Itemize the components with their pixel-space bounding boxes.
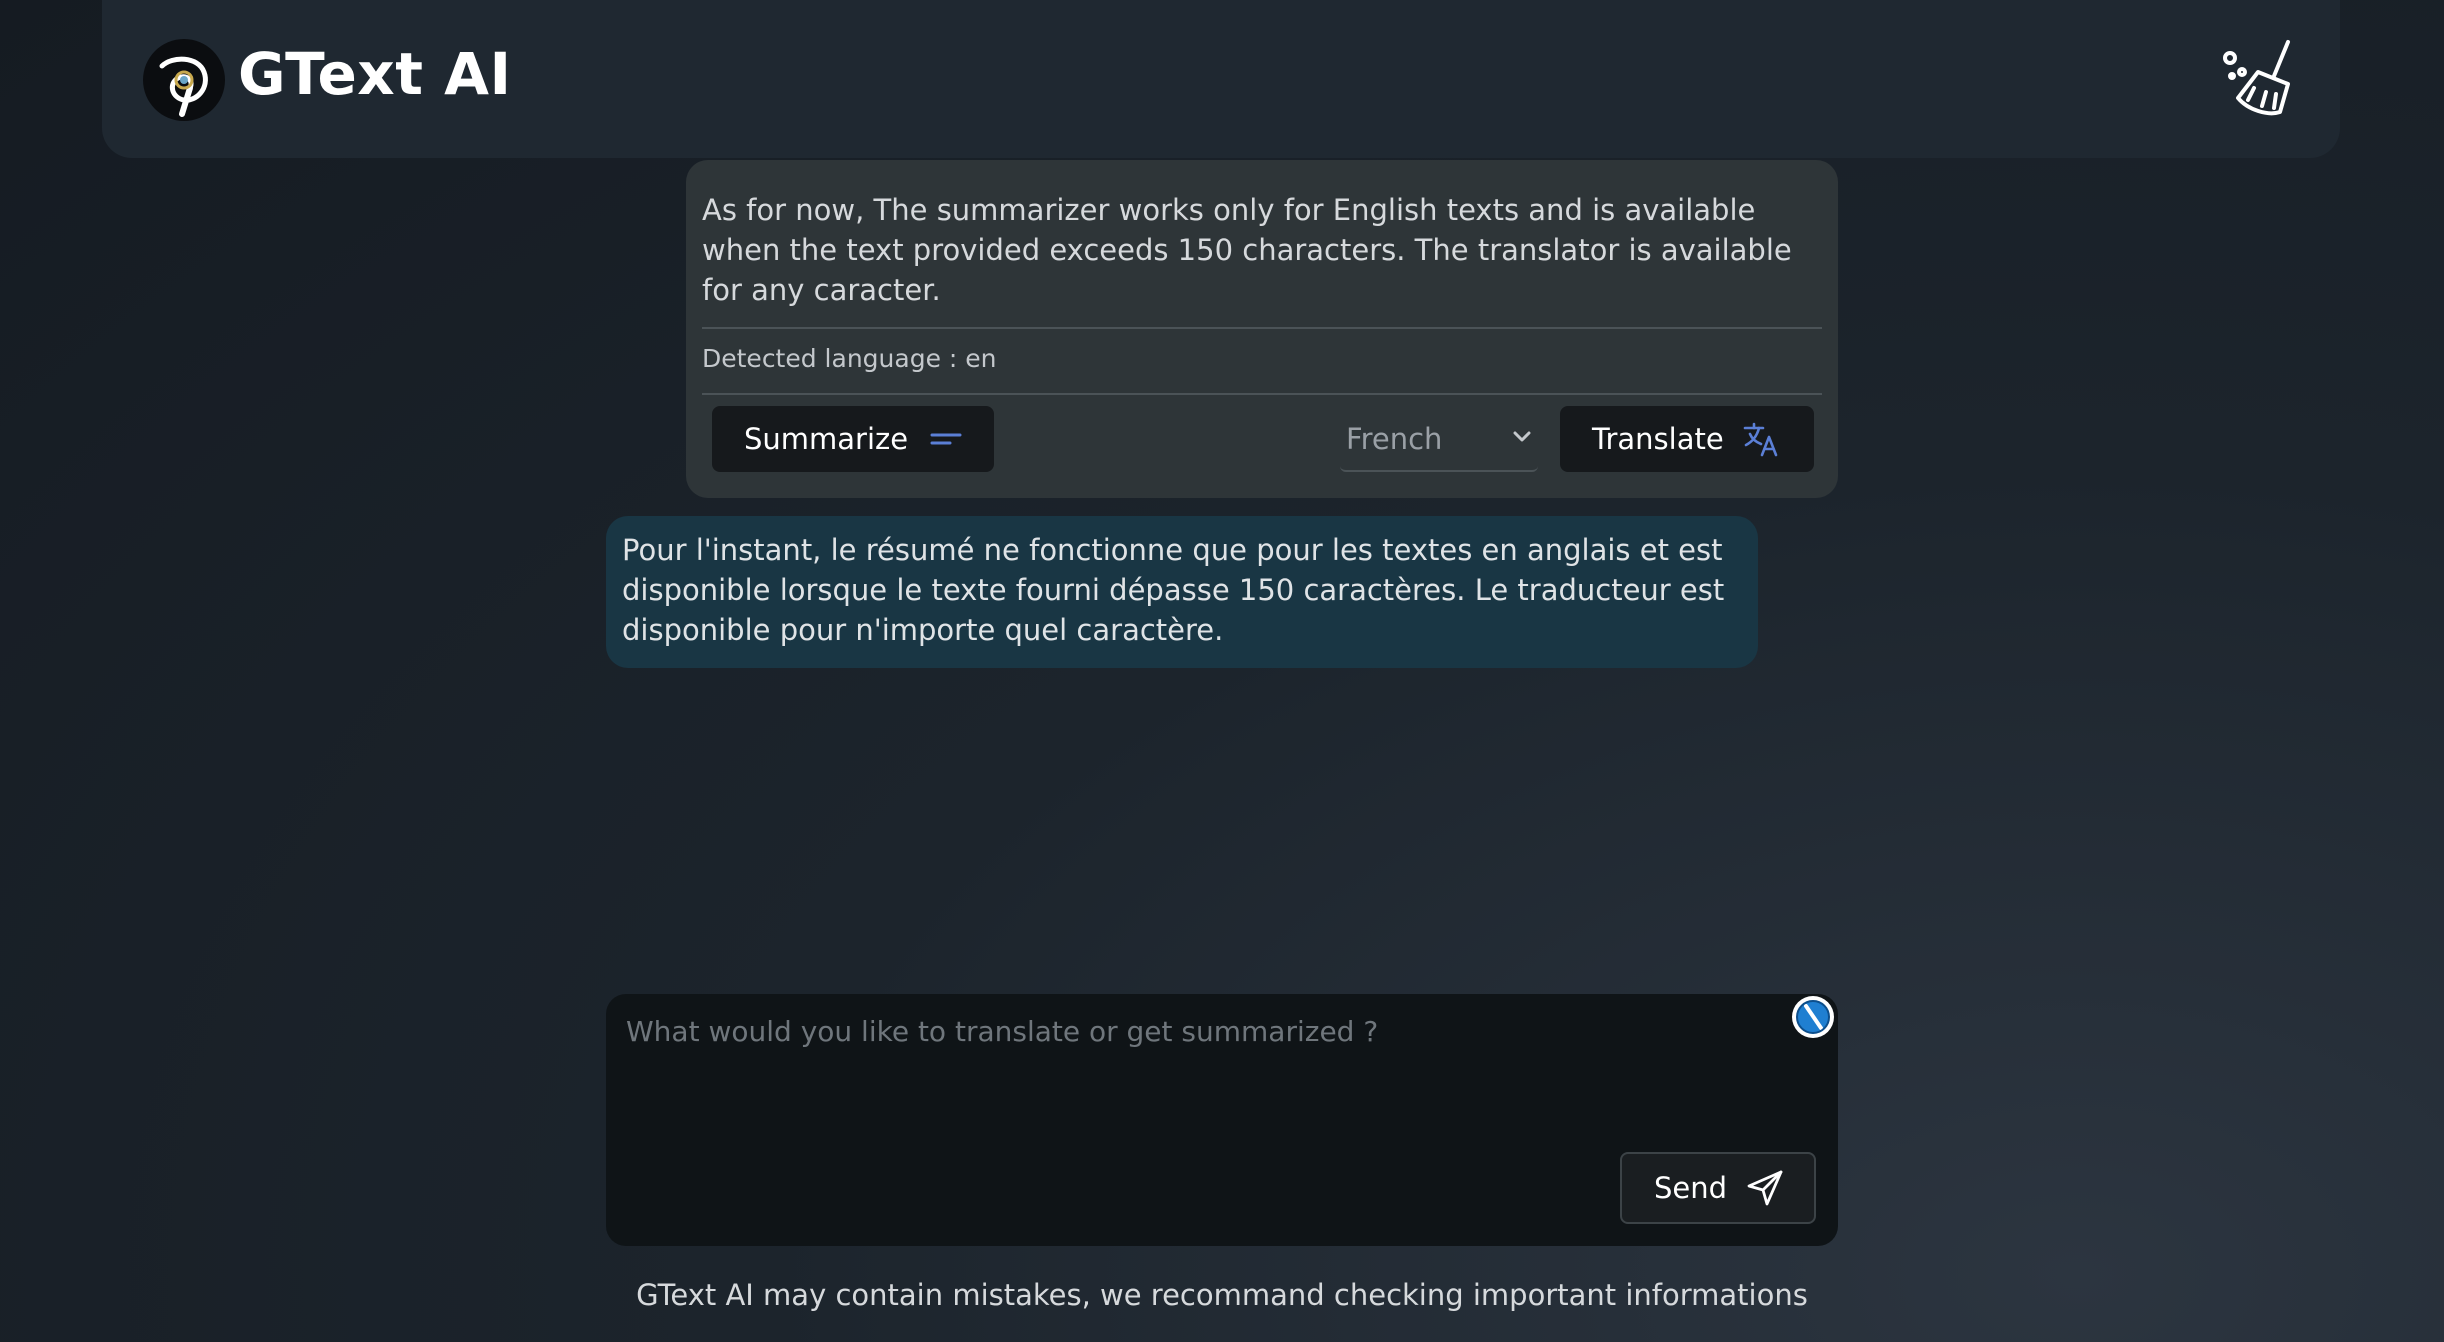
translation-bubble: Pour l'instant, le résumé ne fonctionne … (606, 516, 1758, 668)
paper-plane-icon (1747, 1170, 1783, 1206)
input-area: Send (606, 994, 1838, 1246)
send-button-label: Send (1654, 1171, 1728, 1205)
spiral-logo-icon (143, 39, 225, 121)
send-button[interactable]: Send (1620, 1152, 1816, 1224)
message-card: As for now, The summarizer works only fo… (686, 160, 1838, 498)
translate-button-label: Translate (1592, 422, 1724, 456)
translate-icon (1743, 422, 1777, 457)
broom-icon[interactable] (2218, 36, 2304, 122)
detected-language-label: Detected language : en (702, 344, 997, 373)
language-select[interactable]: French (1340, 408, 1538, 472)
message-text: As for now, The summarizer works only fo… (702, 193, 1792, 307)
app-header: GText AI (102, 0, 2340, 158)
lines-icon (930, 433, 962, 445)
summarize-button[interactable]: Summarize (712, 406, 994, 472)
summarize-button-label: Summarize (744, 422, 909, 456)
language-select-value: French (1346, 422, 1443, 456)
divider (702, 327, 1822, 329)
chevron-down-icon (1513, 431, 1531, 442)
divider (702, 393, 1822, 395)
translation-text: Pour l'instant, le résumé ne fonctionne … (622, 533, 1725, 647)
app-title: GText AI (238, 40, 512, 108)
assistant-badge-icon[interactable] (1790, 994, 1836, 1040)
disclaimer-text: GText AI may contain mistakes, we recomm… (636, 1278, 1808, 1312)
translate-button[interactable]: Translate (1560, 406, 1814, 472)
message-input[interactable] (626, 1012, 1746, 1132)
